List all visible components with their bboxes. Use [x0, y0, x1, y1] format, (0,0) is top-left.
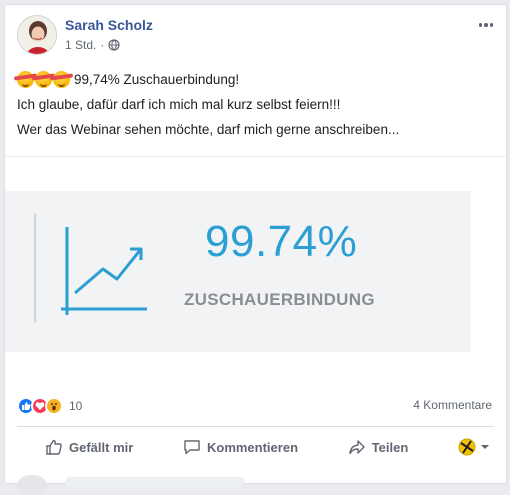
- reactions-summary[interactable]: 10: [17, 397, 82, 415]
- next-comment-avatar: [17, 475, 47, 495]
- author-name[interactable]: Sarah Scholz: [65, 17, 153, 33]
- comment-icon: [184, 440, 200, 455]
- reaction-picker[interactable]: [458, 438, 490, 456]
- like-button-label: Gefällt mir: [69, 439, 134, 455]
- post-timestamp[interactable]: 1 Std.: [65, 38, 96, 52]
- post-meta: 1 Std. ·: [65, 38, 120, 52]
- divider: [5, 156, 506, 157]
- retention-label: ZUSCHAUERBINDUNG: [184, 290, 375, 309]
- share-arrow-icon: [349, 440, 365, 455]
- partying-face-icon: [53, 71, 70, 88]
- thumbs-up-icon: [46, 439, 62, 455]
- share-button-label: Teilen: [371, 439, 409, 455]
- link-preview-image[interactable]: 99.74% ZUSCHAUERBINDUNG: [5, 191, 471, 352]
- chevron-down-icon: [481, 445, 489, 449]
- comment-button-label: Kommentieren: [206, 439, 299, 455]
- share-button[interactable]: Teilen: [348, 432, 409, 462]
- avatar-image: [18, 16, 56, 54]
- divider: [17, 426, 494, 427]
- post-line-1: 99,74% Zuschauerbindung!: [17, 67, 399, 92]
- post-line-2: Ich glaube, dafür darf ich mich mal kurz…: [17, 97, 341, 112]
- post-text: 99,74% Zuschauerbindung! Ich glaube, daf…: [17, 67, 399, 142]
- like-button[interactable]: Gefällt mir: [45, 432, 133, 462]
- page-avatar-icon: [458, 438, 476, 456]
- comment-button[interactable]: Kommentieren: [183, 432, 298, 462]
- post-actions: Gefällt mir Kommentieren Teilen: [17, 431, 494, 463]
- comments-count[interactable]: 4 Kommentare: [413, 398, 492, 412]
- post-line-text: 99,74% Zuschauerbindung!: [74, 72, 240, 87]
- avatar[interactable]: [17, 15, 57, 55]
- reaction-count: 10: [69, 399, 83, 413]
- retention-percentage: 99.74%: [205, 217, 358, 266]
- next-comment-placeholder: [65, 477, 245, 487]
- meta-separator: ·: [100, 38, 105, 52]
- wow-reaction-icon: [45, 397, 63, 415]
- post-card: Sarah Scholz 1 Std. · 99,74% Zuschauerbi…: [4, 4, 507, 495]
- post-line-3: Wer das Webinar sehen möchte, darf mich …: [17, 122, 400, 137]
- trend-up-chart-icon: [34, 213, 147, 323]
- more-horizontal-icon[interactable]: [476, 17, 496, 33]
- globe-icon: [108, 39, 120, 51]
